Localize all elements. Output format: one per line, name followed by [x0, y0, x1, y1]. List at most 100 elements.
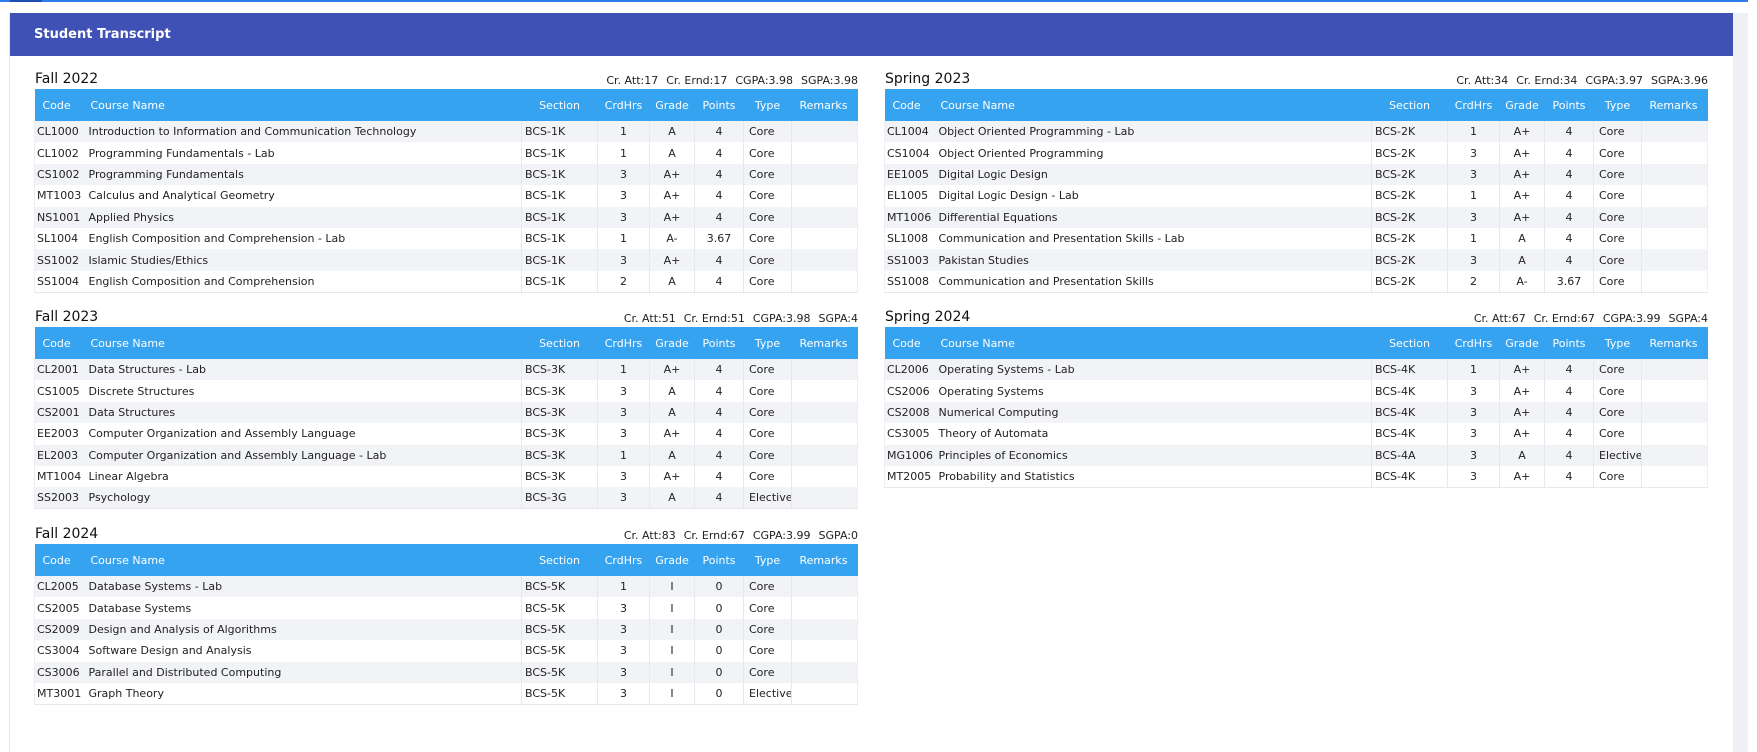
cell-points: 0 [694, 661, 744, 683]
cell-code: CS2008 [887, 405, 930, 419]
cell-grade: A+ [649, 206, 695, 228]
column-header-section: Section [539, 98, 580, 112]
cell-section: BCS-2K [1371, 206, 1448, 228]
cell-remarks [792, 207, 858, 228]
cell-code: CS3005 [887, 427, 930, 441]
table-row: CS3005 Theory of Automata BCS-4K 3 A+ 4 Core [884, 423, 1708, 445]
cell-grade: A [649, 401, 695, 424]
cell-crdhrs: 3 [597, 380, 650, 402]
cell-remarks [1642, 423, 1708, 444]
cell-points: 4 [1544, 185, 1594, 207]
transcript-table: Code Course Name Section CrdHrs Grade Points T… [34, 327, 858, 509]
cell-points: 4 [694, 206, 744, 228]
cell-code: EE1005 [887, 167, 929, 181]
cell-section: BCS-2K [1371, 121, 1448, 143]
cell-course-name: Psychology [82, 487, 522, 509]
cell-crdhrs: 3 [597, 465, 650, 488]
cell-section: BCS-4K [1371, 465, 1448, 488]
table-row: EL1005 Digital Logic Design - Lab BCS-2K 1 A… [884, 185, 1708, 207]
cell-type: Core [1593, 423, 1642, 445]
cell-crdhrs: 3 [1447, 142, 1500, 164]
table-row: CS2006 Operating Systems BCS-4K 3 A+ 4 Core [884, 380, 1708, 402]
cell-remarks [792, 683, 858, 704]
cell-section: BCS-5K [521, 618, 598, 641]
cell-type: Core [743, 270, 792, 293]
cell-points: 4 [694, 401, 744, 424]
cell-code: CS2006 [887, 384, 930, 398]
cell-section: BCS-5K [521, 576, 598, 598]
cell-remarks [1642, 185, 1708, 206]
cell-section: BCS-4K [1371, 401, 1448, 424]
cell-type: Core [743, 423, 792, 445]
cell-section: BCS-2K [1371, 163, 1448, 186]
cell-remarks [792, 423, 858, 444]
cell-grade: A+ [1499, 380, 1545, 402]
cell-grade: A [649, 487, 695, 509]
cell-crdhrs: 2 [1447, 270, 1500, 293]
cell-course-name: Differential Equations [932, 206, 1372, 228]
table-row: EE1005 Digital Logic Design BCS-2K 3 A+ 4 Core [884, 163, 1708, 186]
cell-course-name: Calculus and Analytical Geometry [82, 185, 522, 207]
cell-type: Core [743, 380, 792, 402]
column-header-points: Points [702, 98, 736, 112]
table-row: NS1001 Applied Physics BCS-1K 3 A+ 4 Core [34, 206, 858, 228]
cell-points: 4 [1544, 121, 1594, 143]
cell-type: Elective [743, 487, 792, 509]
cell-type: Core [1593, 206, 1642, 228]
cell-grade: A [649, 270, 695, 293]
table-row: MG1006 Principles of Economics BCS-4A 3 A 4 El… [884, 444, 1708, 466]
column-header-crdhrs: CrdHrs [1454, 336, 1493, 350]
cell-grade: A+ [649, 465, 695, 488]
column-header-crdhrs: CrdHrs [1454, 98, 1493, 112]
cell-points: 4 [1544, 444, 1594, 466]
cell-type: Core [743, 227, 792, 250]
cell-section: BCS-5K [521, 640, 598, 662]
table-row: SS2003 Psychology BCS-3G 3 A 4 Elective [34, 487, 858, 509]
cell-remarks [792, 640, 858, 661]
table-header-row: Code Course Name Section CrdHrs Grade Points T… [884, 327, 1708, 359]
cell-remarks [792, 228, 858, 249]
table-header-row: Code Course Name Section CrdHrs Grade Points T… [34, 89, 858, 121]
cell-crdhrs: 3 [1447, 444, 1500, 466]
cell-course-name: Parallel and Distributed Computing [82, 661, 522, 683]
cell-type: Elective [1593, 444, 1642, 466]
cell-code: CL1004 [887, 125, 929, 139]
cell-points: 4 [1544, 249, 1594, 271]
cell-remarks [792, 466, 858, 487]
table-row: MT2005 Probability and Statistics BCS-4K 3 A… [884, 465, 1708, 488]
cell-type: Core [743, 359, 792, 381]
cell-grade: A+ [1499, 401, 1545, 424]
cell-points: 4 [1544, 206, 1594, 228]
transcript-table: Code Course Name Section CrdHrs Grade Points T… [34, 544, 858, 705]
cell-course-name: Software Design and Analysis [82, 640, 522, 662]
cell-points: 4 [694, 444, 744, 466]
cell-crdhrs: 3 [597, 682, 650, 705]
table-row: SS1004 English Composition and Comprehens… [34, 270, 858, 293]
cell-crdhrs: 3 [597, 618, 650, 641]
scrollbar-track[interactable] [1733, 13, 1748, 752]
semester-title: Fall 2022 [35, 71, 99, 87]
cell-points: 0 [694, 682, 744, 705]
cell-grade: A- [1499, 270, 1545, 293]
semester-stats: Cr. Att:67 Cr. Ernd:67 CGPA:3.99 SGPA:4 [1474, 312, 1708, 325]
cell-points: 4 [1544, 142, 1594, 164]
column-header-course-name: Course Name [940, 336, 1015, 350]
cell-section: BCS-2K [1371, 270, 1448, 293]
semester-header: Spring 2024 Cr. Att:67 Cr. Ernd:67 CGPA:3.9… [884, 304, 1708, 327]
semester-header: Fall 2024 Cr. Att:83 Cr. Ernd:67 CGPA:3.99 S… [34, 521, 858, 544]
cell-points: 0 [694, 597, 744, 619]
table-row: CS3004 Software Design and Analysis BCS-5K… [34, 640, 858, 662]
cell-code: SS1003 [887, 253, 929, 267]
cell-grade: I [649, 597, 695, 619]
table-header-row: Code Course Name Section CrdHrs Grade Points T… [34, 327, 858, 359]
cell-points: 3.67 [1544, 270, 1594, 293]
cell-code: CS3006 [37, 665, 80, 679]
cell-course-name: Data Structures - Lab [82, 359, 522, 381]
column-header-points: Points [1552, 336, 1586, 350]
transcript-table: Code Course Name Section CrdHrs Grade Points T… [884, 327, 1708, 488]
semester-stats: Cr. Att:83 Cr. Ernd:67 CGPA:3.99 SGPA:0 [624, 529, 858, 542]
cell-course-name: Digital Logic Design [932, 163, 1372, 186]
cell-section: BCS-3K [521, 401, 598, 424]
cell-course-name: Data Structures [82, 401, 522, 424]
credits-attempted: Cr. Att:51 [623, 312, 676, 325]
